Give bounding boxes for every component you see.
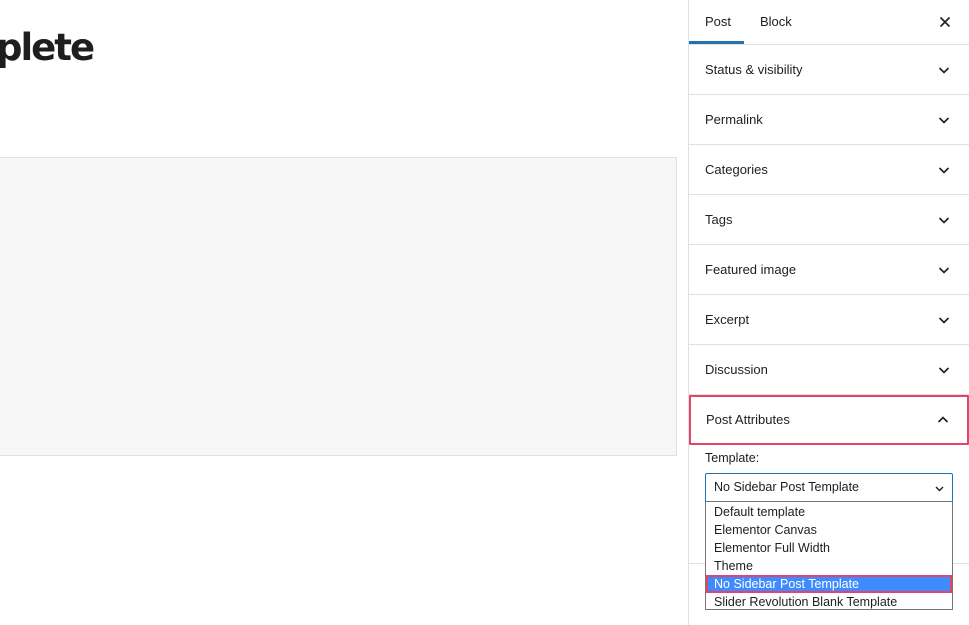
panel-label: Permalink: [705, 112, 763, 127]
option-default-template[interactable]: Default template: [706, 503, 952, 521]
panel-excerpt[interactable]: Excerpt: [689, 295, 969, 345]
panel-discussion[interactable]: Discussion: [689, 345, 969, 395]
content-block-placeholder[interactable]: [0, 157, 677, 456]
chevron-down-icon: [938, 167, 950, 174]
panel-label: Discussion: [705, 362, 768, 377]
template-label: Template:: [705, 451, 760, 465]
panel-permalink[interactable]: Permalink: [689, 95, 969, 145]
chevron-down-icon: [938, 317, 950, 324]
wordpress-editor: plete Post Block Status & visibility Per…: [0, 0, 969, 625]
chevron-down-icon: [938, 117, 950, 124]
template-dropdown-list: Default template Elementor Canvas Elemen…: [705, 501, 953, 610]
chevron-down-icon: [938, 367, 950, 374]
active-tab-indicator: [689, 41, 744, 44]
panel-label: Tags: [705, 212, 733, 227]
panel-label: Status & visibility: [705, 62, 803, 77]
panel-post-attributes[interactable]: Post Attributes: [689, 395, 969, 445]
panel-status-visibility[interactable]: Status & visibility: [689, 45, 969, 95]
close-icon: [939, 16, 951, 28]
panel-label: Excerpt: [705, 312, 750, 327]
chevron-down-icon: [935, 486, 944, 492]
close-sidebar-button[interactable]: [935, 12, 955, 32]
option-theme[interactable]: Theme: [706, 557, 952, 575]
post-title[interactable]: plete: [0, 24, 95, 72]
chevron-down-icon: [938, 217, 950, 224]
editor-canvas: plete: [0, 0, 688, 625]
sidebar-tabs: Post Block: [689, 0, 969, 45]
template-select[interactable]: No Sidebar Post Template: [705, 473, 953, 503]
panel-label: Featured image: [705, 262, 797, 277]
option-no-sidebar-post-template[interactable]: No Sidebar Post Template: [706, 575, 952, 593]
option-elementor-full-width[interactable]: Elementor Full Width: [706, 539, 952, 557]
tab-block[interactable]: Block: [760, 0, 792, 44]
template-select-value: No Sidebar Post Template: [714, 480, 859, 494]
chevron-up-icon: [937, 416, 949, 423]
option-elementor-canvas[interactable]: Elementor Canvas: [706, 521, 952, 539]
panel-featured-image[interactable]: Featured image: [689, 245, 969, 295]
option-slider-revolution-blank-template[interactable]: Slider Revolution Blank Template: [706, 593, 952, 611]
panel-tags[interactable]: Tags: [689, 195, 969, 245]
panel-categories[interactable]: Categories: [689, 145, 969, 195]
panel-label: Post Attributes: [706, 412, 790, 427]
chevron-down-icon: [938, 267, 950, 274]
panel-label: Categories: [705, 162, 768, 177]
chevron-down-icon: [938, 67, 950, 74]
tab-post[interactable]: Post: [705, 0, 731, 44]
